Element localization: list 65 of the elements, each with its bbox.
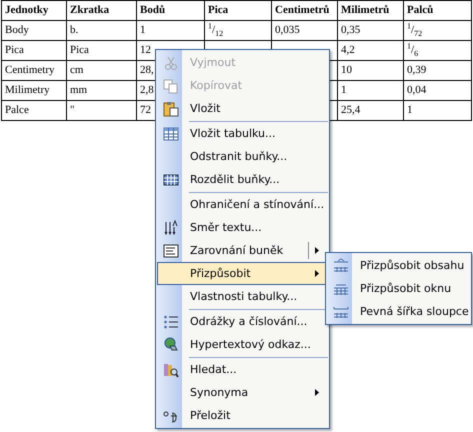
menu-item[interactable]: Směr textu... (157, 216, 328, 239)
column-header: Palců (407, 4, 434, 16)
table-cell: mm (70, 84, 88, 96)
table-cell: 72 (140, 104, 151, 116)
menu-item[interactable]: Odrážky a číslování... (157, 310, 328, 333)
table-cell: 12 (140, 44, 151, 56)
table-cell: 1 (140, 24, 146, 36)
menu-item[interactable]: Rozdělit buňky... (157, 168, 328, 191)
table-cell: 10 (341, 64, 352, 76)
table-cell: Pica (70, 44, 89, 56)
table-icon (163, 126, 179, 142)
menu-item[interactable]: Vložit (157, 97, 328, 120)
menu-item[interactable]: Hledat... (157, 358, 328, 381)
table-cell: Body (5, 24, 29, 36)
menu-item[interactable]: Přeložit (157, 404, 328, 427)
column-header: Bodů (140, 4, 166, 16)
table-cell: $^{1}$/$_{12}$ (208, 24, 224, 36)
table-cell: 28, (140, 64, 154, 76)
table-cell: 0,035 (275, 24, 300, 36)
paste-icon (163, 100, 179, 116)
column-header: Milimetrů (341, 4, 390, 16)
table-cell: $^{1}$/$_{6}$ (407, 44, 418, 56)
menu-item[interactable]: Vložit tabulku... (157, 122, 328, 145)
column-header: Jednotky (5, 4, 48, 16)
find-icon (163, 362, 179, 378)
table-cell: " (70, 104, 74, 116)
menu-item[interactable]: Zarovnání buněk (157, 239, 328, 262)
submenu-arrow-icon (315, 389, 319, 396)
menu-item[interactable]: Pevná šířka sloupce (327, 300, 470, 323)
column-header: Zkratka (70, 4, 110, 16)
menu-item[interactable]: Synonyma (157, 381, 328, 404)
text-direction-icon (163, 220, 179, 236)
table-cell: Palce (5, 104, 29, 116)
align-icon (163, 242, 179, 258)
table-cell: 0,39 (407, 64, 426, 76)
menu-item[interactable]: Přizpůsobit obsahu (327, 254, 470, 277)
table-cell: Pica (5, 44, 24, 56)
submenu-arrow-icon (315, 247, 319, 254)
table-grid-icon (163, 172, 179, 188)
menu-item[interactable]: Přizpůsobit (157, 262, 328, 285)
fit-content-icon (333, 258, 349, 274)
table-cell: 1 (341, 84, 346, 96)
table-cell: b. (70, 24, 78, 36)
menu-item[interactable]: Hypertextový odkaz... (157, 333, 328, 356)
table-cell: cm (70, 64, 84, 76)
scissors-icon (163, 54, 179, 70)
table-cell: Milimetry (5, 84, 50, 96)
bullet-list-icon (163, 314, 179, 330)
table-cell: 25,4 (341, 104, 360, 116)
table-cell: 0,04 (407, 84, 426, 96)
table-cell: 4,2 (341, 44, 355, 56)
table-cell: Centimetry (5, 64, 54, 76)
globe-link-icon (163, 336, 179, 352)
table-cell: 1 (407, 104, 412, 116)
table-cell: 2,8 (140, 84, 154, 96)
column-header: Centimetrů (275, 4, 330, 16)
submenu-arrow-icon (315, 270, 319, 277)
table-cell: 0,35 (341, 24, 360, 36)
menu-item[interactable]: Přizpůsobit oknu (327, 277, 470, 300)
column-header: Pica (208, 4, 228, 16)
menu-item[interactable]: Ohraničení a stínování... (157, 193, 328, 216)
menu-item[interactable]: Odstranit buňky... (157, 145, 328, 168)
table-cell: $^{1}$/$_{72}$ (407, 24, 422, 36)
menu-item[interactable]: Vlastnosti tabulky... (157, 285, 328, 308)
copy-icon (163, 78, 179, 94)
